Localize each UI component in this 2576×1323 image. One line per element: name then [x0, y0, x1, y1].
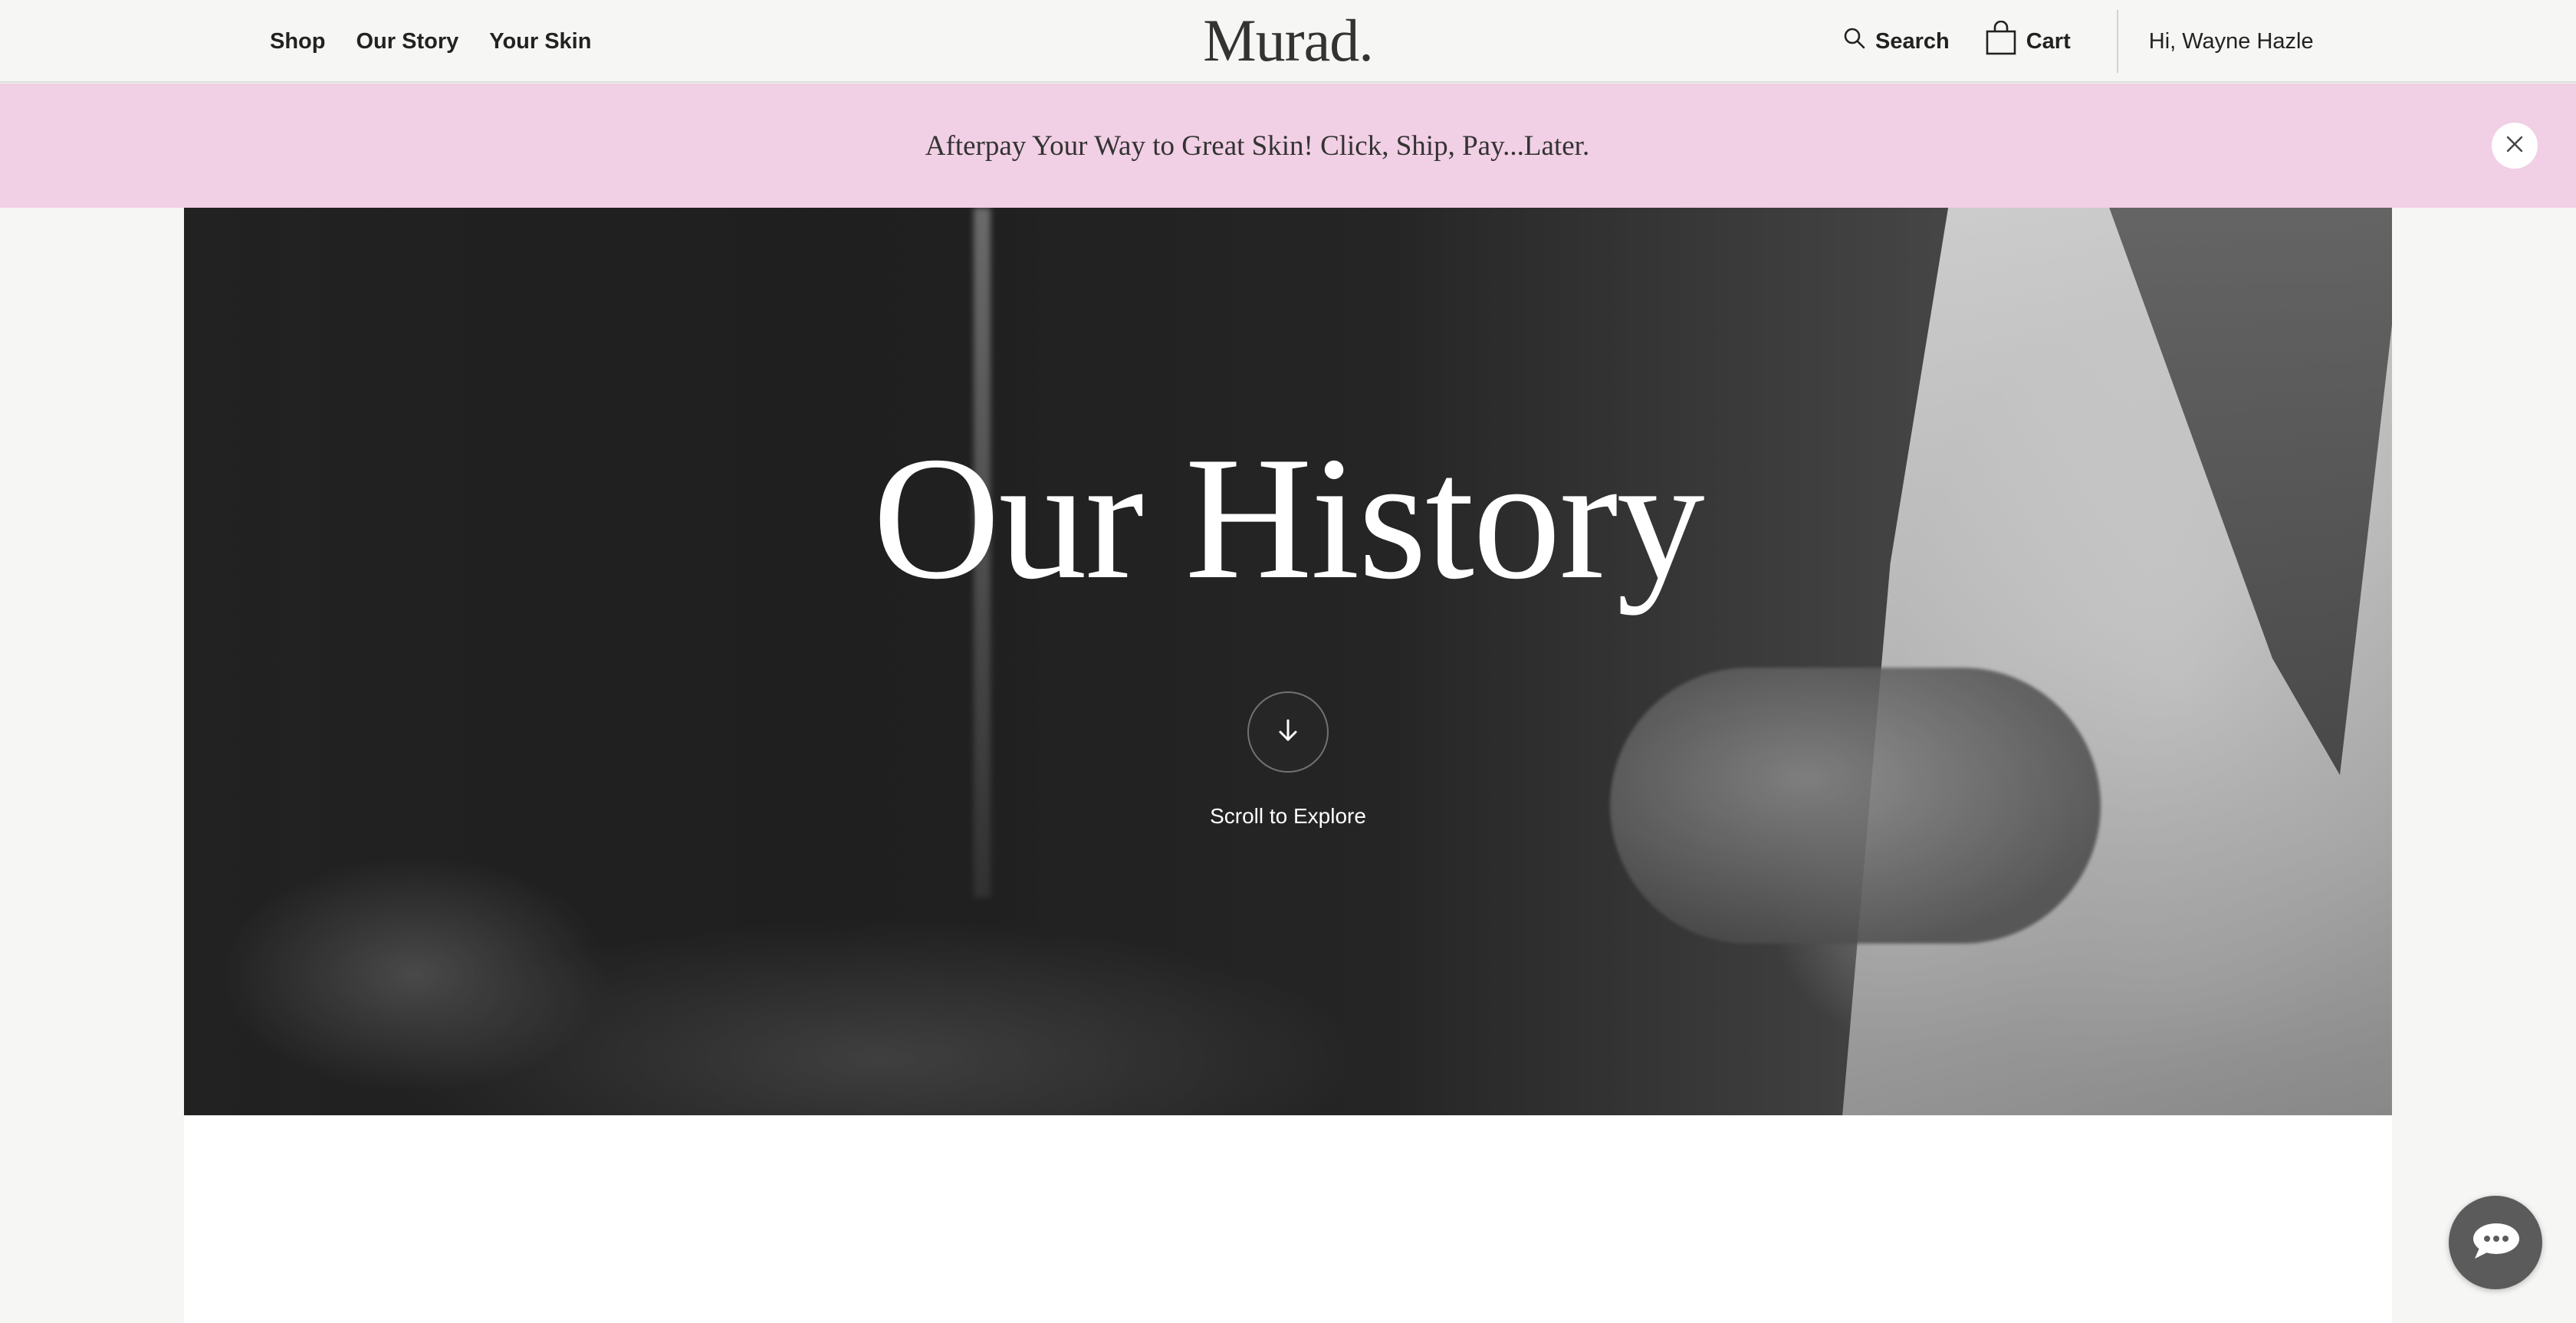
- scroll-down-button[interactable]: [1247, 691, 1329, 773]
- hero-overlay: [184, 208, 2392, 1115]
- scroll-to-explore-label: Scroll to Explore: [1210, 804, 1366, 828]
- header-divider: [2116, 10, 2118, 73]
- cart-button[interactable]: Cart: [1985, 20, 2071, 62]
- shopping-bag-icon: [1985, 20, 2017, 62]
- search-icon: [1843, 27, 1866, 56]
- brand-logo[interactable]: Murad.: [1203, 7, 1373, 74]
- nav-shop[interactable]: Shop: [270, 29, 326, 54]
- cart-label: Cart: [2026, 28, 2071, 54]
- close-icon: [2505, 134, 2525, 158]
- chat-bubble-icon: [2469, 1219, 2522, 1267]
- promo-close-button[interactable]: [2492, 123, 2538, 169]
- search-button[interactable]: Search: [1843, 27, 1950, 56]
- primary-nav: Shop Our Story Your Skin: [270, 0, 591, 83]
- account-greeting[interactable]: Hi, Wayne Hazle: [2149, 29, 2314, 54]
- chat-button[interactable]: [2449, 1196, 2542, 1289]
- account-nav: Search Cart Hi, Wayne Hazle: [1843, 0, 2314, 83]
- site-header: Shop Our Story Your Skin Murad. Search C…: [0, 0, 2576, 83]
- promo-text[interactable]: Afterpay Your Way to Great Skin! Click, …: [0, 84, 2576, 208]
- hero-section: Our History Scroll to Explore: [184, 208, 2392, 1115]
- main-content: [184, 1115, 2392, 1323]
- nav-your-skin[interactable]: Your Skin: [489, 29, 591, 54]
- search-label: Search: [1875, 28, 1950, 54]
- promo-banner: Afterpay Your Way to Great Skin! Click, …: [0, 84, 2576, 208]
- arrow-down-icon: [1275, 717, 1301, 747]
- hero-title: Our History: [872, 420, 1704, 616]
- nav-our-story[interactable]: Our Story: [356, 29, 459, 54]
